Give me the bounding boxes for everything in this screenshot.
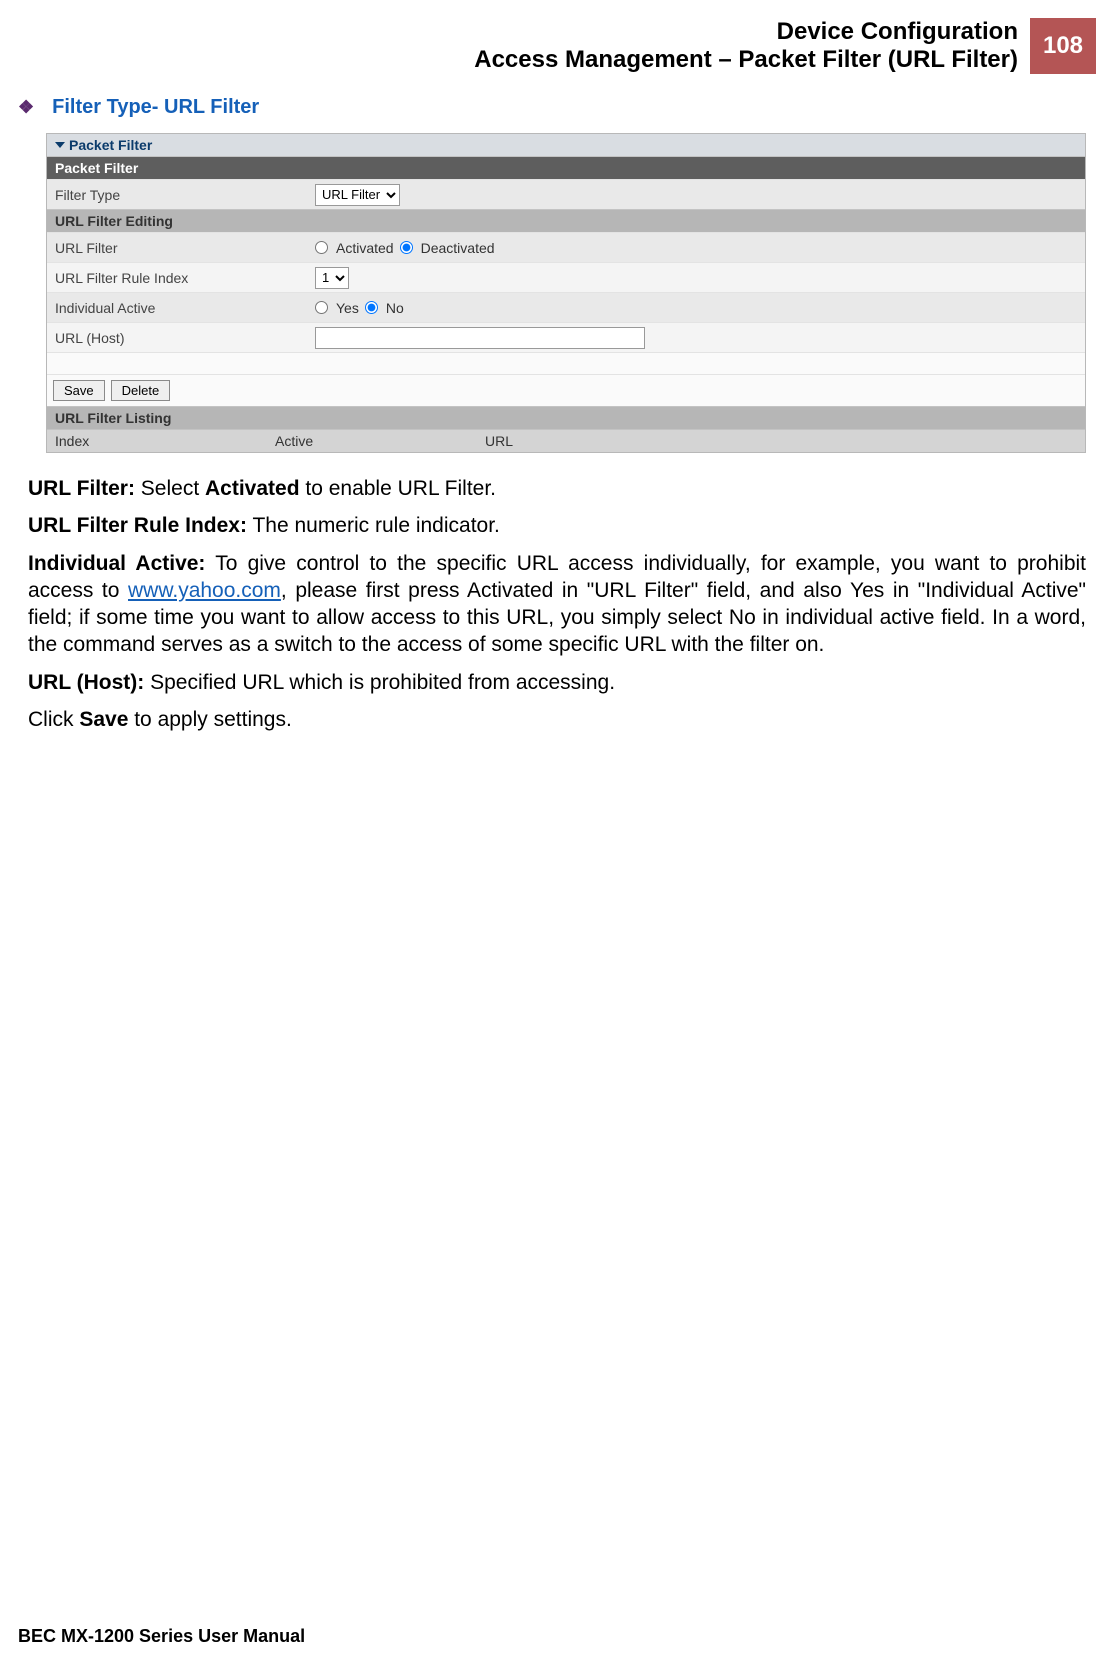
header-line-2: Access Management – Packet Filter (URL F… [474, 46, 1018, 74]
row-rule-index: URL Filter Rule Index 1 [47, 262, 1085, 292]
row-url-filter: URL Filter Activated Deactivated [47, 232, 1085, 262]
label-yes: Yes [336, 300, 359, 316]
footer-text: BEC MX-1200 Series User Manual [18, 1626, 305, 1647]
link-yahoo[interactable]: www.yahoo.com [128, 579, 281, 602]
row-individual-active: Individual Active Yes No [47, 292, 1085, 322]
bold-rule-index: URL Filter Rule Index: [28, 514, 247, 537]
row-filter-type: Filter Type URL Filter [47, 179, 1085, 209]
para-save: Click Save to apply settings. [28, 706, 1086, 733]
section-title-text: Filter Type- URL Filter [52, 96, 259, 118]
label-activated: Activated [336, 240, 394, 256]
panel-header[interactable]: Packet Filter [47, 134, 1085, 157]
header-title-block: Device Configuration Access Management –… [474, 18, 1030, 74]
bold-individual-active: Individual Active: [28, 552, 205, 575]
label-rule-index: URL Filter Rule Index [47, 266, 307, 290]
caret-down-icon [55, 142, 65, 148]
para-url-host: URL (Host): Specified URL which is prohi… [28, 669, 1086, 696]
radio-deactivated[interactable] [400, 241, 413, 254]
label-url-filter: URL Filter [47, 236, 307, 260]
row-url-host: URL (Host) [47, 322, 1085, 352]
page-header: Device Configuration Access Management –… [18, 18, 1096, 74]
subheader-url-filter-listing: URL Filter Listing [47, 406, 1085, 429]
select-rule-index[interactable]: 1 [315, 267, 349, 289]
radio-activated[interactable] [315, 241, 328, 254]
bold-activated: Activated [205, 477, 300, 500]
bold-url-filter: URL Filter: [28, 477, 135, 500]
label-url-host: URL (Host) [47, 326, 307, 350]
col-index: Index [47, 430, 267, 452]
para-individual-active: Individual Active: To give control to th… [28, 550, 1086, 659]
input-url-host[interactable] [315, 327, 645, 349]
delete-button[interactable]: Delete [111, 380, 171, 401]
para-url-filter: URL Filter: Select Activated to enable U… [28, 475, 1086, 502]
button-row: Save Delete [47, 374, 1085, 406]
label-individual-active: Individual Active [47, 296, 307, 320]
select-filter-type[interactable]: URL Filter [315, 184, 400, 206]
header-line-1: Device Configuration [474, 18, 1018, 46]
listing-header-row: Index Active URL [47, 429, 1085, 452]
bullet-icon: ❖ [18, 97, 34, 117]
col-url: URL [477, 430, 1085, 452]
body-text: URL Filter: Select Activated to enable U… [28, 475, 1086, 733]
bold-url-host: URL (Host): [28, 671, 144, 694]
text: The numeric rule indicator. [247, 514, 500, 537]
text: to apply settings. [128, 708, 291, 731]
document-page: Device Configuration Access Management –… [0, 0, 1114, 1677]
page-number-badge: 108 [1030, 18, 1096, 74]
text: to enable URL Filter. [300, 477, 497, 500]
text: Click [28, 708, 79, 731]
section-heading: ❖ Filter Type- URL Filter [18, 96, 1096, 119]
label-deactivated: Deactivated [421, 240, 495, 256]
subheader-packet-filter: Packet Filter [47, 157, 1085, 179]
para-rule-index: URL Filter Rule Index: The numeric rule … [28, 512, 1086, 539]
panel-title: Packet Filter [69, 137, 152, 153]
subheader-url-filter-editing: URL Filter Editing [47, 209, 1085, 232]
save-button[interactable]: Save [53, 380, 105, 401]
radio-no[interactable] [365, 301, 378, 314]
spacer-row [47, 352, 1085, 374]
radio-yes[interactable] [315, 301, 328, 314]
label-no: No [386, 300, 404, 316]
text: Specified URL which is prohibited from a… [144, 671, 615, 694]
col-active: Active [267, 430, 477, 452]
label-filter-type: Filter Type [47, 183, 307, 207]
text: Select [135, 477, 205, 500]
bold-save: Save [79, 708, 128, 731]
router-ui-screenshot: Packet Filter Packet Filter Filter Type … [46, 133, 1086, 453]
